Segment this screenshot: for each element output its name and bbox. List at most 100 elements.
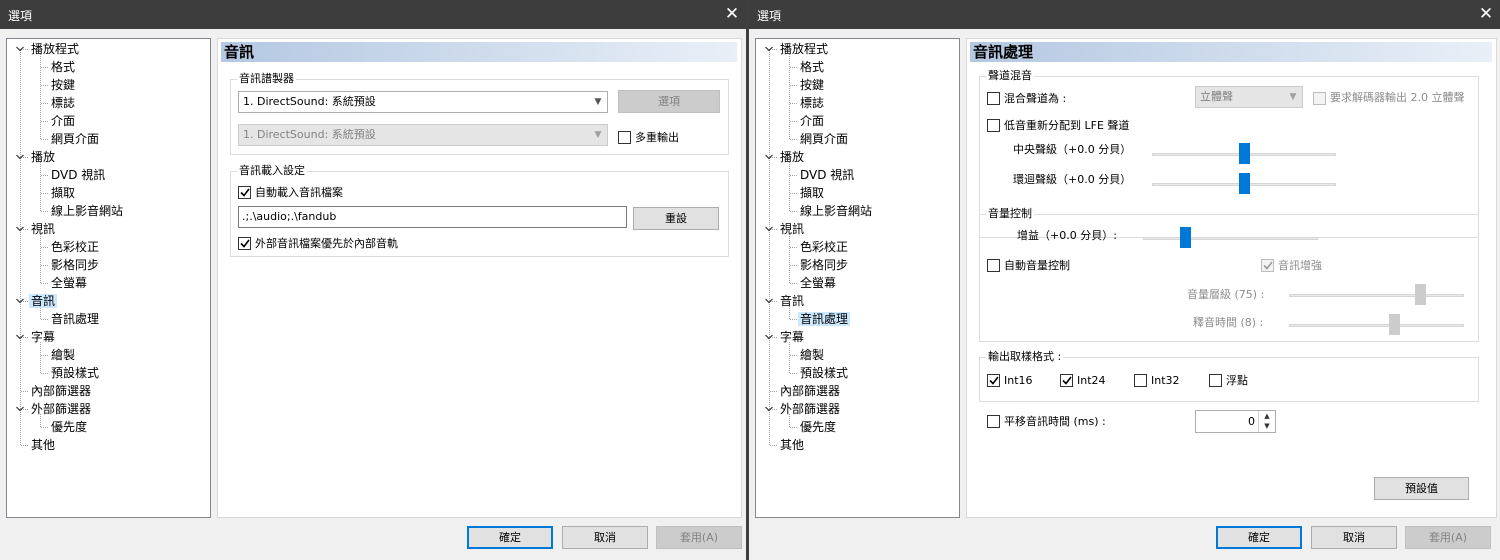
spin-down-icon[interactable]: ▼	[1259, 421, 1275, 431]
audio-boost-checkbox[interactable]: 音訊增強	[1261, 258, 1381, 274]
tree-item-playback[interactable]: 播放	[29, 148, 57, 166]
ok-button[interactable]: 確定	[467, 526, 553, 549]
tree-item-audio[interactable]: 音訊	[29, 292, 58, 310]
tree-item-playback[interactable]: 播放	[778, 148, 806, 166]
reset-button[interactable]: 重設	[633, 207, 719, 230]
normalization-level-slider[interactable]	[1289, 284, 1464, 306]
shift-audio-time-spinner[interactable]: 0 ▲ ▼	[1195, 410, 1276, 433]
slider-thumb[interactable]	[1239, 143, 1250, 164]
chevron-down-icon[interactable]	[764, 296, 774, 306]
slider-thumb[interactable]	[1180, 227, 1191, 248]
chevron-down-icon[interactable]	[15, 296, 25, 306]
chevron-down-icon[interactable]	[15, 44, 25, 54]
tree-item-subtitles[interactable]: 字幕	[29, 328, 57, 346]
audio-paths-input[interactable]: .;.\audio;.\fandub	[238, 206, 627, 228]
tree-item-sync[interactable]: 影格同步	[49, 256, 101, 274]
tree-item-priority[interactable]: 優先度	[798, 418, 838, 436]
int16-checkbox[interactable]: Int16	[987, 373, 1057, 389]
shift-audio-time-checkbox[interactable]: 平移音訊時間 (ms) :	[987, 414, 1177, 430]
tree-item-online[interactable]: 線上影音網站	[798, 202, 874, 220]
float-checkbox[interactable]: 浮點	[1209, 373, 1279, 389]
tree-item-player[interactable]: 播放程式	[29, 40, 81, 58]
close-icon[interactable]: ✕	[722, 3, 742, 25]
chevron-down-icon[interactable]	[764, 44, 774, 54]
tree-item-interface[interactable]: 介面	[798, 112, 826, 130]
tree-item-default-style[interactable]: 預設樣式	[49, 364, 101, 382]
tree-item-render[interactable]: 繪製	[49, 346, 77, 364]
renderer-combo[interactable]: 1. DirectSound: 系統預設 ▼	[238, 91, 608, 113]
tree-item-priority[interactable]: 優先度	[49, 418, 89, 436]
tree-item-color[interactable]: 色彩校正	[798, 238, 850, 256]
tree-item-online[interactable]: 線上影音網站	[49, 202, 125, 220]
auto-load-audio-checkbox[interactable]: 自動載入音訊檔案	[238, 185, 438, 201]
prefer-external-audio-checkbox[interactable]: 外部音訊檔案優先於內部音軌	[238, 236, 478, 252]
chevron-down-icon[interactable]	[15, 152, 25, 162]
slider-thumb[interactable]	[1239, 173, 1250, 194]
tree-item-misc[interactable]: 其他	[778, 436, 806, 454]
tree-item-capture[interactable]: 擷取	[49, 184, 77, 202]
chevron-down-icon[interactable]	[764, 152, 774, 162]
tree-item-fullscreen[interactable]: 全螢幕	[49, 274, 89, 292]
ok-button[interactable]: 確定	[1216, 526, 1302, 549]
chevron-down-icon[interactable]	[764, 332, 774, 342]
tree-item-keys[interactable]: 按鍵	[49, 76, 77, 94]
tree-item-keys[interactable]: 按鍵	[798, 76, 826, 94]
mix-channels-checkbox[interactable]: 混合聲道為 :	[987, 91, 1147, 107]
tree-item-default-style[interactable]: 預設樣式	[798, 364, 850, 382]
tree-item-misc[interactable]: 其他	[29, 436, 57, 454]
cancel-button[interactable]: 取消	[1311, 526, 1397, 549]
checkbox-label: 浮點	[1226, 374, 1248, 387]
tree-item-fullscreen[interactable]: 全螢幕	[798, 274, 838, 292]
tree-item-external-filters[interactable]: 外部篩選器	[778, 400, 842, 418]
tree-item-audio-proc[interactable]: 音訊處理	[49, 310, 101, 328]
bass-redirect-lfe-checkbox[interactable]: 低音重新分配到 LFE 聲道	[987, 118, 1187, 134]
surround-level-slider[interactable]	[1152, 173, 1336, 195]
chevron-down-icon[interactable]	[15, 224, 25, 234]
chevron-down-icon[interactable]	[764, 224, 774, 234]
tree-item-external-filters[interactable]: 外部篩選器	[29, 400, 93, 418]
close-icon[interactable]: ✕	[1476, 3, 1496, 25]
apply-button[interactable]: 套用(A)	[1405, 526, 1491, 549]
tree-item-video[interactable]: 視訊	[29, 220, 57, 238]
second-renderer-combo[interactable]: 1. DirectSound: 系統預設 ▼	[238, 124, 608, 146]
mix-channels-combo[interactable]: 立體聲 ▼	[1195, 86, 1303, 108]
tree-item-audio[interactable]: 音訊	[778, 292, 806, 310]
gain-slider[interactable]	[1143, 227, 1318, 249]
tree-item-web[interactable]: 網頁介面	[798, 130, 850, 148]
chevron-down-icon[interactable]	[15, 404, 25, 414]
tree-item-formats[interactable]: 格式	[49, 58, 77, 76]
tree-item-dvd[interactable]: DVD 視訊	[798, 166, 856, 184]
slider-thumb[interactable]	[1389, 314, 1400, 335]
apply-button[interactable]: 套用(A)	[656, 526, 742, 549]
tree-item-player[interactable]: 播放程式	[778, 40, 830, 58]
tree-item-video[interactable]: 視訊	[778, 220, 806, 238]
tree-item-dvd[interactable]: DVD 視訊	[49, 166, 107, 184]
auto-volume-checkbox[interactable]: 自動音量控制	[987, 258, 1147, 274]
int32-checkbox[interactable]: Int32	[1134, 373, 1204, 389]
chevron-down-icon[interactable]	[764, 404, 774, 414]
tree-item-render[interactable]: 繪製	[798, 346, 826, 364]
slider-thumb[interactable]	[1415, 284, 1427, 305]
tree-item-sync[interactable]: 影格同步	[798, 256, 850, 274]
cancel-button[interactable]: 取消	[562, 526, 648, 549]
spin-up-icon[interactable]: ▲	[1259, 411, 1275, 421]
multi-output-checkbox[interactable]: 多重輸出	[618, 130, 718, 146]
renderer-options-button[interactable]: 選項	[618, 90, 720, 113]
tree-item-interface[interactable]: 介面	[49, 112, 77, 130]
defaults-button[interactable]: 預設值	[1374, 477, 1469, 500]
tree-item-logo[interactable]: 標誌	[798, 94, 826, 112]
chevron-down-icon[interactable]	[15, 332, 25, 342]
int24-checkbox[interactable]: Int24	[1060, 373, 1130, 389]
tree-item-internal-filters[interactable]: 內部篩選器	[778, 382, 842, 400]
decoder-stereo-checkbox[interactable]: 要求解碼器輸出 2.0 立體聲	[1313, 91, 1473, 121]
release-time-slider[interactable]	[1289, 314, 1464, 336]
center-level-slider[interactable]	[1152, 143, 1336, 165]
tree-item-capture[interactable]: 擷取	[798, 184, 826, 202]
tree-item-color[interactable]: 色彩校正	[49, 238, 101, 256]
tree-item-internal-filters[interactable]: 內部篩選器	[29, 382, 93, 400]
tree-item-web[interactable]: 網頁介面	[49, 130, 101, 148]
tree-item-formats[interactable]: 格式	[798, 58, 826, 76]
tree-item-logo[interactable]: 標誌	[49, 94, 77, 112]
tree-item-audio-proc[interactable]: 音訊處理	[798, 310, 851, 328]
tree-item-subtitles[interactable]: 字幕	[778, 328, 806, 346]
